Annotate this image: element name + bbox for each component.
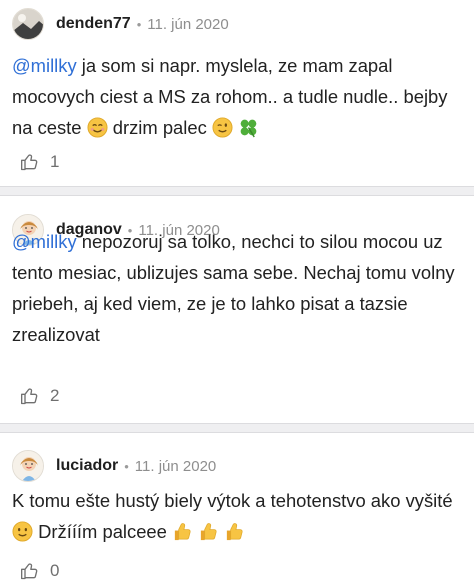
comment-date: 11. jún 2020 <box>134 457 217 475</box>
comment-text-line: ja som si napr. myslela, ze mam zapal <box>76 55 393 76</box>
comment-date: 11. jún 2020 <box>147 15 229 33</box>
username[interactable]: luciador <box>56 457 118 475</box>
thumbs-up-emoji <box>172 521 193 542</box>
four-leaf-clover-emoji <box>238 117 259 138</box>
like-button[interactable]: 0 <box>20 561 59 581</box>
avatar[interactable] <box>12 450 44 482</box>
comment-body: @millky ja som si napr. myslela, ze mam … <box>12 50 464 143</box>
comment-card: denden77 • 11. jún 2020 @millky ja som s… <box>0 0 474 186</box>
comment-text-line: na ceste <box>12 117 87 138</box>
comment-card: luciador • 11. jún 2020 K tomu ešte hust… <box>0 433 474 588</box>
thumbs-up-icon <box>21 563 38 580</box>
slightly-smiling-face-emoji <box>12 521 33 542</box>
like-count: 1 <box>50 152 60 171</box>
comment-body: @millky nepozoruj sa tolko, nechci to si… <box>12 226 464 350</box>
comment-header: denden77 • 11. jún 2020 <box>12 5 229 43</box>
meta-separator: • <box>136 16 142 32</box>
smiling-face-emoji <box>87 117 108 138</box>
thumbs-up-icon <box>21 388 38 405</box>
avatar-photo-icon <box>13 9 43 39</box>
comment-text-line: priebeh, aj ked viem, ze je to lahko pis… <box>12 293 408 314</box>
thumbs-up-icon <box>21 154 38 171</box>
user-mention[interactable]: @millky <box>12 55 77 76</box>
comment-text-line: nepozoruj sa tolko, nechci to silou moco… <box>76 231 443 252</box>
thumbs-up-emoji <box>224 521 245 542</box>
comment-divider <box>0 423 474 433</box>
winking-face-emoji <box>212 117 233 138</box>
user-mention[interactable]: @millky <box>12 231 77 252</box>
comment-text-line: zrealizovat <box>12 324 100 345</box>
avatar-girl-illustration-icon <box>13 451 43 481</box>
comment-text-line: mocovych ciest a MS za rohom.. a tudle n… <box>12 86 448 107</box>
avatar[interactable] <box>12 8 44 40</box>
comment-text-line: drzim palec <box>107 117 212 138</box>
like-button[interactable]: 2 <box>20 386 59 406</box>
meta-separator: • <box>124 458 129 474</box>
like-count: 2 <box>50 386 60 405</box>
comment-text-line: tento mesiac, ublizujes sama sebe. Necha… <box>12 262 455 283</box>
like-button[interactable]: 1 <box>20 152 59 172</box>
comment-divider <box>0 186 474 196</box>
comment-header: luciador • 11. jún 2020 <box>12 447 216 485</box>
thumbs-up-emoji <box>198 521 219 542</box>
username[interactable]: denden77 <box>56 15 131 33</box>
comment-text-line: Držííím palceee <box>33 521 172 542</box>
like-count: 0 <box>50 561 60 580</box>
comment-card: daganov • 11. jún 2020 @millky nepozoruj… <box>0 196 474 423</box>
comment-body: K tomu ešte hustý biely výtok a tehotens… <box>12 485 464 547</box>
comment-text-line: K tomu ešte hustý biely výtok a tehotens… <box>12 490 453 511</box>
